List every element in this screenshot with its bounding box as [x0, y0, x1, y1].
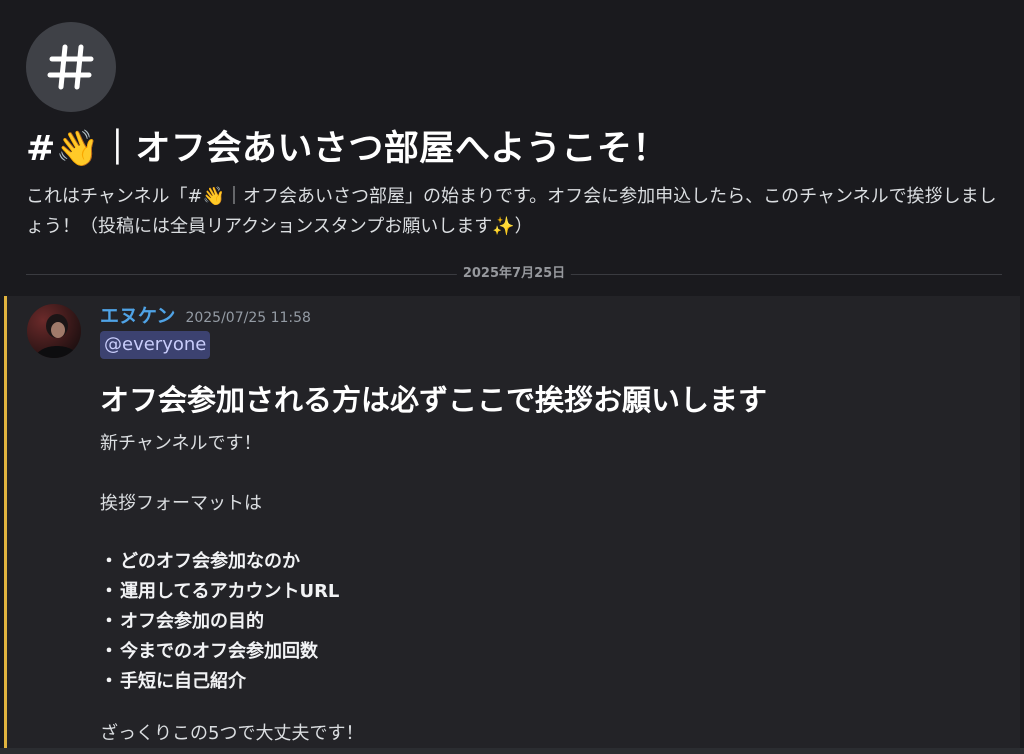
- hash-icon: [26, 22, 116, 112]
- list-item: ・どのオフ会参加なのか: [100, 547, 339, 577]
- message-line-closing: ざっくりこの5つで大丈夫です！: [100, 723, 364, 744]
- bullet-text: オフ会参加の目的: [120, 611, 264, 632]
- everyone-mention[interactable]: @everyone: [100, 331, 211, 359]
- list-item: ・運用してるアカウントURL: [100, 577, 339, 607]
- avatar[interactable]: [27, 304, 81, 358]
- list-item: ・オフ会参加の目的: [100, 607, 339, 637]
- message-line-format: 挨拶フォーマットは: [100, 493, 262, 514]
- message-line-intro: 新チャンネルです！: [100, 433, 262, 454]
- channel-welcome-title: #👋｜オフ会あいさつ部屋へようこそ！: [26, 129, 668, 169]
- date-divider-label: 2025年7月25日: [456, 264, 572, 284]
- message-item[interactable]: エヌケン 2025/07/25 11:58 @everyone オフ会参加される方…: [4, 296, 1020, 754]
- list-item: ・今までのオフ会参加回数: [100, 637, 339, 667]
- channel-view: #👋｜オフ会あいさつ部屋へようこそ！ これはチャンネル「#👋｜オフ会あいさつ部屋…: [0, 0, 1024, 754]
- bullet-char: ・: [100, 581, 118, 602]
- bullet-text: 手短に自己紹介: [120, 671, 246, 692]
- bullet-char: ・: [100, 611, 118, 632]
- bullet-text: 今までのオフ会参加回数: [120, 641, 318, 662]
- bullet-text: どのオフ会参加なのか: [120, 551, 300, 572]
- list-item: ・手短に自己紹介: [100, 667, 339, 697]
- message-header: エヌケン 2025/07/25 11:58: [100, 301, 311, 328]
- message-heading: オフ会参加される方は必ずここで挨拶お願いします: [100, 383, 768, 417]
- bullet-char: ・: [100, 641, 118, 662]
- bullet-char: ・: [100, 551, 118, 572]
- channel-welcome-header: #👋｜オフ会あいさつ部屋へようこそ！ これはチャンネル「#👋｜オフ会あいさつ部屋…: [0, 0, 1024, 300]
- bullet-char: ・: [100, 671, 118, 692]
- bottom-edge: [0, 748, 1024, 754]
- message-timestamp[interactable]: 2025/07/25 11:58: [185, 310, 311, 326]
- format-bullet-list: ・どのオフ会参加なのか ・運用してるアカウントURL ・オフ会参加の目的 ・今ま…: [100, 547, 339, 697]
- date-divider: 2025年7月25日: [26, 262, 1002, 286]
- author-name[interactable]: エヌケン: [100, 305, 175, 327]
- channel-description: これはチャンネル「#👋｜オフ会あいさつ部屋」の始まりです。オフ会に参加申込したら…: [26, 186, 997, 237]
- bullet-text: 運用してるアカウントURL: [120, 581, 340, 602]
